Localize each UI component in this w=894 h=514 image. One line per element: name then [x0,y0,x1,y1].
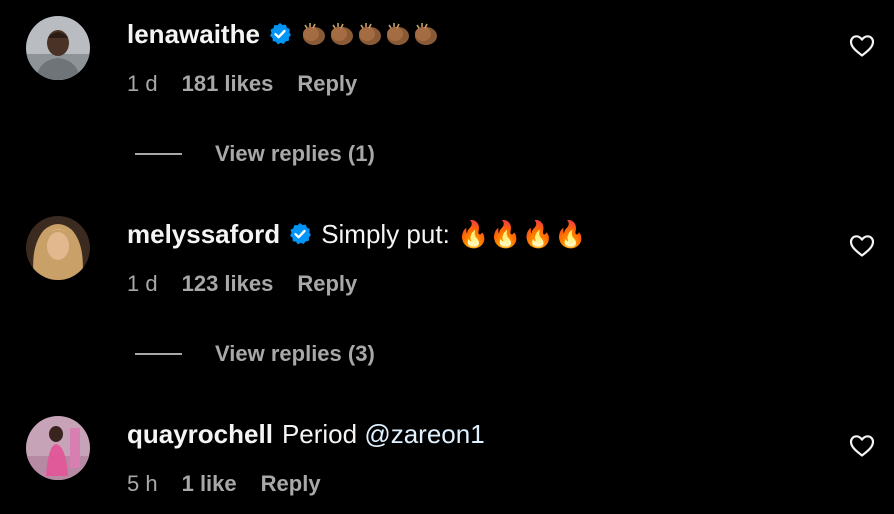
comment-item: quayrochell Period @zareon1 5 h 1 like R… [0,400,894,514]
clapping-hands-icon [386,23,409,45]
comment-likes[interactable]: 1 like [182,471,237,497]
verified-badge-icon [288,222,312,246]
comment-meta: 5 h 1 like Reply [127,469,321,499]
clapping-hands-icon [330,23,353,45]
view-replies-label: View replies (3) [215,341,375,366]
mention-link[interactable]: @zareon1 [364,419,484,449]
comment-time: 1 d [127,71,158,96]
comment-meta: 1 d 181 likes Reply [127,69,357,99]
avatar-person-icon [26,416,90,480]
reply-button[interactable]: Reply [297,71,357,97]
heart-outline-icon[interactable] [849,434,875,458]
comment-likes[interactable]: 181 likes [182,71,274,97]
heart-outline-icon[interactable] [849,34,875,58]
avatar[interactable] [26,216,90,280]
heart-outline-icon[interactable] [849,234,875,258]
divider-dash [135,153,182,155]
comment-item: lenawaithe 1 d 181 likes Reply View repl… [0,0,894,200]
comment-time: 5 h [127,471,158,496]
comment-text: Period @zareon1 [282,419,485,450]
clapping-hands-icon [302,23,325,45]
reply-button[interactable]: Reply [297,271,357,297]
comment-text-prefix: Period [281,418,365,449]
comment-line: melyssaford Simply put: 🔥🔥🔥🔥 [127,216,587,252]
comment-line: quayrochell Period @zareon1 [127,416,485,452]
view-replies-button[interactable]: View replies (3) [135,339,375,369]
avatar[interactable] [26,16,90,80]
comment-meta: 1 d 123 likes Reply [127,269,357,299]
view-replies-button[interactable]: View replies (1) [135,139,375,169]
view-replies-label: View replies (1) [215,141,375,166]
clapping-hands-icon [358,23,381,45]
avatar-person-icon [26,216,90,280]
divider-dash [135,353,182,355]
comment-likes[interactable]: 123 likes [182,271,274,297]
clapping-hands-icon [414,23,437,45]
reply-button[interactable]: Reply [261,471,321,497]
avatar-person-icon [26,16,90,80]
comment-username[interactable]: quayrochell [127,419,273,450]
comment-time: 1 d [127,271,158,296]
verified-badge-icon [268,22,292,46]
comment-line: lenawaithe [127,16,440,52]
avatar[interactable] [26,416,90,480]
comment-item: melyssaford Simply put: 🔥🔥🔥🔥 1 d 123 lik… [0,200,894,400]
comment-text: Simply put: 🔥🔥🔥🔥 [321,218,587,249]
comment-username[interactable]: lenawaithe [127,19,260,50]
comment-username[interactable]: melyssaford [127,219,280,250]
comment-text [300,21,440,47]
